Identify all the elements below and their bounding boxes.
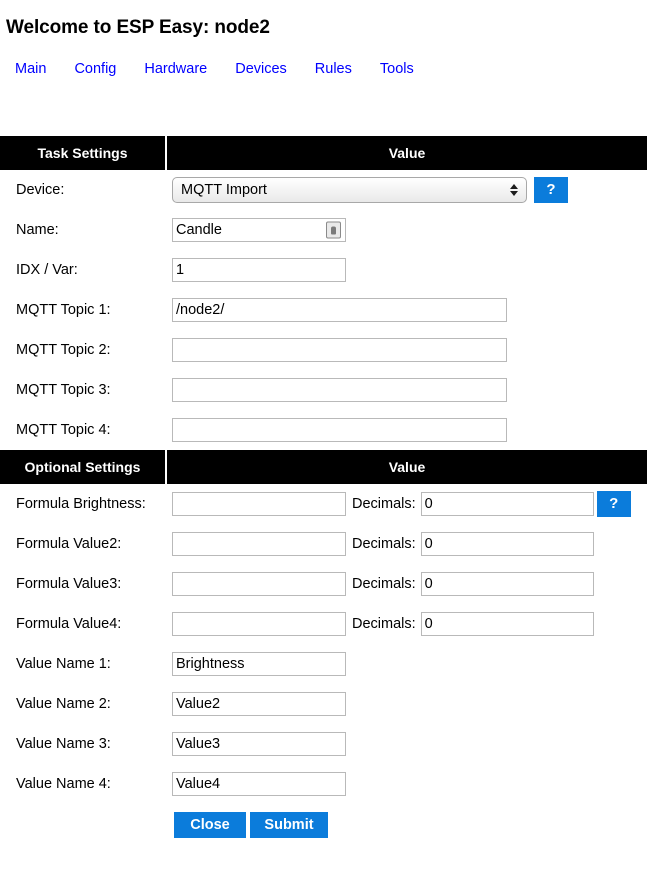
nav-link-tools[interactable]: Tools bbox=[380, 59, 414, 79]
submit-button[interactable]: Submit bbox=[250, 812, 328, 838]
row-mqtt-topic-3: MQTT Topic 3: bbox=[0, 370, 647, 410]
nav-link-rules[interactable]: Rules bbox=[315, 59, 352, 79]
value-name-3-input[interactable] bbox=[172, 732, 346, 756]
mqtt-topic-2-label: MQTT Topic 2: bbox=[16, 342, 111, 358]
task-settings-value-header-label: Value bbox=[388, 145, 426, 161]
formula-value3-label: Formula Value3: bbox=[16, 576, 122, 592]
decimals-value4-input[interactable] bbox=[420, 612, 594, 636]
close-button[interactable]: Close bbox=[174, 812, 246, 838]
row-idx-var: IDX / Var: bbox=[0, 250, 647, 290]
row-device: Device: MQTT Import ? bbox=[0, 170, 647, 210]
value-name-4-field bbox=[172, 764, 647, 804]
decimals-value3-input[interactable] bbox=[420, 572, 594, 596]
device-field: MQTT Import ? bbox=[172, 170, 647, 210]
nav-link-config[interactable]: Config bbox=[74, 59, 116, 79]
row-value-name-1: Value Name 1: bbox=[0, 644, 647, 684]
value-name-2-label: Value Name 2: bbox=[16, 696, 111, 712]
mqtt-topic-4-input[interactable] bbox=[172, 418, 507, 442]
decimals-label-1: Decimals: bbox=[352, 496, 416, 512]
value-name-2-field bbox=[172, 684, 647, 724]
mqtt-topic-1-label: MQTT Topic 1: bbox=[16, 302, 111, 318]
name-input-wrap bbox=[172, 218, 346, 242]
device-config-form: Task Settings Value Device: MQTT Import … bbox=[0, 136, 647, 846]
value-name-4-label: Value Name 4: bbox=[16, 776, 111, 792]
formula-value4-field: Decimals: bbox=[172, 604, 647, 644]
optional-settings-header-label: Optional Settings bbox=[0, 450, 167, 484]
decimals-label-2: Decimals: bbox=[352, 536, 416, 552]
formula-value4-input[interactable] bbox=[172, 612, 346, 636]
formula-value4-label: Formula Value4: bbox=[16, 616, 122, 632]
mqtt-topic-3-label: MQTT Topic 3: bbox=[16, 382, 111, 398]
formula-value3-input[interactable] bbox=[172, 572, 346, 596]
formula-brightness-input[interactable] bbox=[172, 492, 346, 516]
device-select[interactable]: MQTT Import bbox=[172, 177, 527, 203]
formula-value2-label: Formula Value2: bbox=[16, 536, 122, 552]
optional-settings-header: Optional Settings Value bbox=[0, 450, 647, 484]
form-actions: Close Submit bbox=[0, 804, 647, 846]
mqtt-topic-3-input[interactable] bbox=[172, 378, 507, 402]
value-name-3-label: Value Name 3: bbox=[16, 736, 111, 752]
value-name-2-input[interactable] bbox=[172, 692, 346, 716]
row-mqtt-topic-2: MQTT Topic 2: bbox=[0, 330, 647, 370]
decimals-label-3: Decimals: bbox=[352, 576, 416, 592]
idx-var-field bbox=[172, 250, 647, 290]
mqtt-topic-2-input[interactable] bbox=[172, 338, 507, 362]
formula-value2-field: Decimals: bbox=[172, 524, 647, 564]
mqtt-topic-1-input[interactable] bbox=[172, 298, 507, 322]
mqtt-topic-4-label: MQTT Topic 4: bbox=[16, 422, 111, 438]
value-name-4-input[interactable] bbox=[172, 772, 346, 796]
optional-settings-value-header-label: Value bbox=[388, 459, 426, 475]
row-name: Name: bbox=[0, 210, 647, 250]
idx-var-label: IDX / Var: bbox=[16, 262, 78, 278]
name-field bbox=[172, 210, 647, 250]
row-value-name-2: Value Name 2: bbox=[0, 684, 647, 724]
formula-brightness-label: Formula Brightness: bbox=[16, 496, 146, 512]
idx-var-input[interactable] bbox=[172, 258, 346, 282]
value-name-1-input[interactable] bbox=[172, 652, 346, 676]
page-title: Welcome to ESP Easy: node2 bbox=[6, 16, 270, 38]
row-mqtt-topic-1: MQTT Topic 1: bbox=[0, 290, 647, 330]
formula-value2-input[interactable] bbox=[172, 532, 346, 556]
row-formula-value2: Formula Value2: Decimals: bbox=[0, 524, 647, 564]
row-formula-value4: Formula Value4: Decimals: bbox=[0, 604, 647, 644]
row-formula-brightness: Formula Brightness: Decimals: ? bbox=[0, 484, 647, 524]
main-navigation: Main Config Hardware Devices Rules Tools bbox=[15, 58, 414, 80]
device-label: Device: bbox=[16, 182, 65, 198]
device-help-button[interactable]: ? bbox=[534, 177, 568, 203]
task-settings-header-label: Task Settings bbox=[0, 136, 167, 170]
mqtt-topic-4-field bbox=[172, 410, 647, 450]
row-value-name-3: Value Name 3: bbox=[0, 724, 647, 764]
mqtt-topic-1-field bbox=[172, 290, 647, 330]
nav-link-main[interactable]: Main bbox=[15, 59, 46, 79]
device-select-wrap: MQTT Import bbox=[172, 177, 527, 203]
row-mqtt-topic-4: MQTT Topic 4: bbox=[0, 410, 647, 450]
nav-link-hardware[interactable]: Hardware bbox=[144, 59, 207, 79]
name-label: Name: bbox=[16, 222, 59, 238]
contact-card-icon[interactable] bbox=[326, 221, 341, 239]
nav-link-devices[interactable]: Devices bbox=[235, 59, 287, 79]
decimals-brightness-input[interactable] bbox=[420, 492, 594, 516]
decimals-label-4: Decimals: bbox=[352, 616, 416, 632]
formula-brightness-field: Decimals: ? bbox=[172, 484, 647, 524]
optional-settings-help-button[interactable]: ? bbox=[596, 491, 631, 517]
mqtt-topic-3-field bbox=[172, 370, 647, 410]
value-name-3-field bbox=[172, 724, 647, 764]
name-input[interactable] bbox=[172, 218, 346, 242]
formula-value3-field: Decimals: bbox=[172, 564, 647, 604]
row-formula-value3: Formula Value3: Decimals: bbox=[0, 564, 647, 604]
decimals-value2-input[interactable] bbox=[420, 532, 594, 556]
mqtt-topic-2-field bbox=[172, 330, 647, 370]
task-settings-header: Task Settings Value bbox=[0, 136, 647, 170]
row-value-name-4: Value Name 4: bbox=[0, 764, 647, 804]
value-name-1-field bbox=[172, 644, 647, 684]
value-name-1-label: Value Name 1: bbox=[16, 656, 111, 672]
